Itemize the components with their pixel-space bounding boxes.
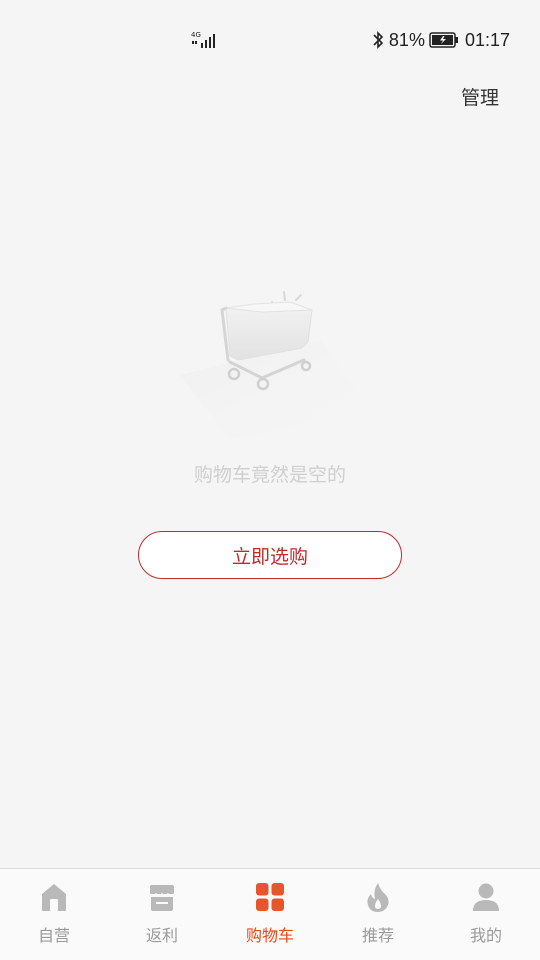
signal-icon: 4G [191,31,215,48]
bottom-tab-bar: 自营 返利 购物车 推荐 我的 [0,868,540,960]
shop-now-button[interactable]: 立即选购 [138,531,402,579]
grid-icon [256,883,284,911]
cart-screen: 4G 81% 01:17 管理 购物车竟然是空的 立即选购 自营 返利 购物车 … [0,0,540,960]
tab-label: 返利 [145,926,178,945]
battery-icon [429,32,458,48]
status-bar: 4G 81% 01:17 [0,0,540,80]
flame-icon [367,883,389,912]
tab-self-operated[interactable]: 自营 [0,869,108,960]
tab-recommend[interactable]: 推荐 [324,869,432,960]
tab-label: 推荐 [361,926,394,945]
battery-percent: 81% [388,29,425,50]
manage-button[interactable]: 管理 [461,83,499,110]
svg-text:4G: 4G [191,31,201,39]
person-icon [473,883,499,911]
tab-label: 购物车 [245,926,294,945]
tab-mine[interactable]: 我的 [432,869,540,960]
home-icon [42,884,66,911]
status-time: 01:17 [464,29,510,50]
store-icon [149,885,175,911]
status-right-group: 81% 01:17 [371,28,510,52]
tab-rebate[interactable]: 返利 [108,869,216,960]
tab-label: 自营 [37,926,70,945]
tab-cart[interactable]: 购物车 [216,869,324,960]
bluetooth-icon [373,31,384,49]
empty-cart-message: 购物车竟然是空的 [193,464,346,486]
empty-cart-icon [180,291,370,440]
tab-label: 我的 [469,926,502,945]
